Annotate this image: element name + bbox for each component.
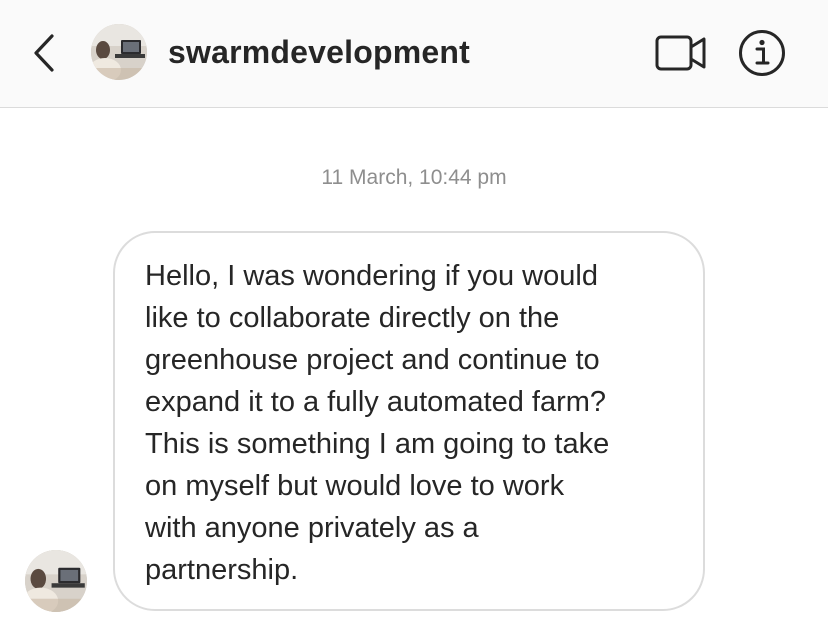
video-call-button[interactable] — [654, 32, 708, 74]
message-line: greenhouse project and continue to — [145, 344, 600, 376]
sender-avatar[interactable] — [25, 550, 87, 612]
message-line: like to collaborate directly on the — [145, 302, 560, 334]
message-line: on myself but would love to work — [145, 470, 565, 502]
chat-username[interactable]: swarmdevelopment — [168, 34, 470, 71]
message-line: with anyone privately as a — [145, 512, 479, 544]
info-icon — [739, 30, 785, 76]
message-line: expand it to a fully automated farm? — [145, 386, 607, 418]
message-line: Hello, I was wondering if you would — [145, 260, 598, 292]
chevron-left-icon — [34, 34, 54, 72]
profile-photo — [25, 550, 87, 612]
info-button[interactable] — [738, 29, 786, 77]
header-avatar[interactable] — [91, 24, 147, 80]
back-button[interactable] — [26, 30, 62, 76]
message-timestamp: 11 March, 10:44 pm — [321, 166, 507, 189]
profile-photo — [91, 24, 147, 80]
chat-header: swarmdevelopment — [0, 0, 828, 108]
video-call-icon — [655, 35, 706, 71]
message-line: This is something I am going to take — [145, 428, 610, 460]
message-line: partnership. — [145, 554, 299, 586]
message-bubble[interactable]: Hello, I was wondering if you would like… — [113, 231, 705, 611]
